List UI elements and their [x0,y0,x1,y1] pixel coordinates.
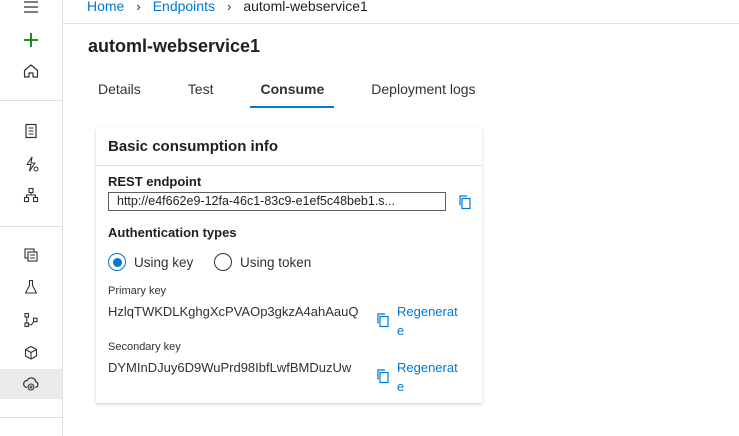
radio-unchecked-icon [214,253,232,271]
pipelines-icon [24,312,38,328]
tab-deployment-logs[interactable]: Deployment logs [361,78,485,108]
notebook-icon [25,123,37,139]
consumption-info-card: Basic consumption info REST endpoint htt… [96,128,482,403]
primary-key-value: HzlqTWKDLKghgXcPVAOp3gkzA4ahAauQ [108,304,359,319]
plus-icon [24,33,38,47]
nav-designer[interactable] [0,180,62,210]
automl-icon [26,156,39,172]
card-header: Basic consumption info [96,128,482,166]
designer-icon [23,187,39,203]
breadcrumb-endpoints[interactable]: Endpoints [153,0,215,14]
rest-endpoint-field[interactable]: http://e4f662e9-12fa-46c1-83c9-e1ef5c48b… [108,192,446,211]
rail-divider [0,417,62,418]
primary-key-label: Primary key [108,285,167,297]
secondary-key-label: Secondary key [108,341,181,353]
copy-icon[interactable] [375,368,391,384]
tab-consume[interactable]: Consume [250,78,335,108]
breadcrumb-current: automl-webservice1 [243,0,368,14]
endpoints-icon [23,377,39,391]
radio-checked-icon [108,253,126,271]
copy-icon[interactable] [457,194,473,210]
regenerate-secondary-button[interactable]: Regenerate [397,358,463,396]
nav-notebooks[interactable] [0,116,62,146]
radio-label: Using token [240,254,312,270]
nav-automl[interactable] [0,149,62,179]
breadcrumb: Home › Endpoints › automl-webservice1 [87,0,368,14]
regenerate-primary-button[interactable]: Regenerate [397,302,463,340]
radio-using-token[interactable]: Using token [214,253,311,271]
hamburger-menu-button[interactable] [0,0,62,22]
datasets-icon [24,248,38,262]
hamburger-icon [24,1,38,13]
rest-endpoint-label: REST endpoint [108,174,202,189]
breadcrumb-home[interactable]: Home [87,0,124,14]
chevron-right-icon: › [136,0,141,14]
nav-endpoints[interactable] [0,369,62,399]
nav-pipelines[interactable] [0,305,62,335]
create-new-button[interactable] [0,25,62,55]
radio-label: Using key [134,254,194,270]
left-nav-rail [0,0,63,436]
radio-using-key[interactable]: Using key [108,253,193,271]
home-icon [23,64,39,78]
tab-list: Details Test Consume Deployment logs [88,78,513,108]
chevron-right-icon: › [226,0,232,14]
nav-datasets[interactable] [0,240,62,270]
experiments-icon [24,279,38,294]
models-icon [24,345,38,360]
rail-divider [0,226,62,227]
nav-home[interactable] [0,56,62,86]
card-title: Basic consumption info [108,138,279,155]
nav-models[interactable] [0,338,62,368]
tab-test[interactable]: Test [178,78,224,108]
auth-types-label: Authentication types [108,225,237,240]
nav-experiments[interactable] [0,272,62,302]
secondary-key-value: DYMInDJuy6D9WuPrd98IbfLwfBMDuzUw [108,360,352,375]
breadcrumb-bar: Home › Endpoints › automl-webservice1 [63,0,739,24]
tab-details[interactable]: Details [88,78,151,108]
copy-icon[interactable] [375,312,391,328]
rail-divider [0,100,62,101]
page-title: automl-webservice1 [88,36,261,56]
